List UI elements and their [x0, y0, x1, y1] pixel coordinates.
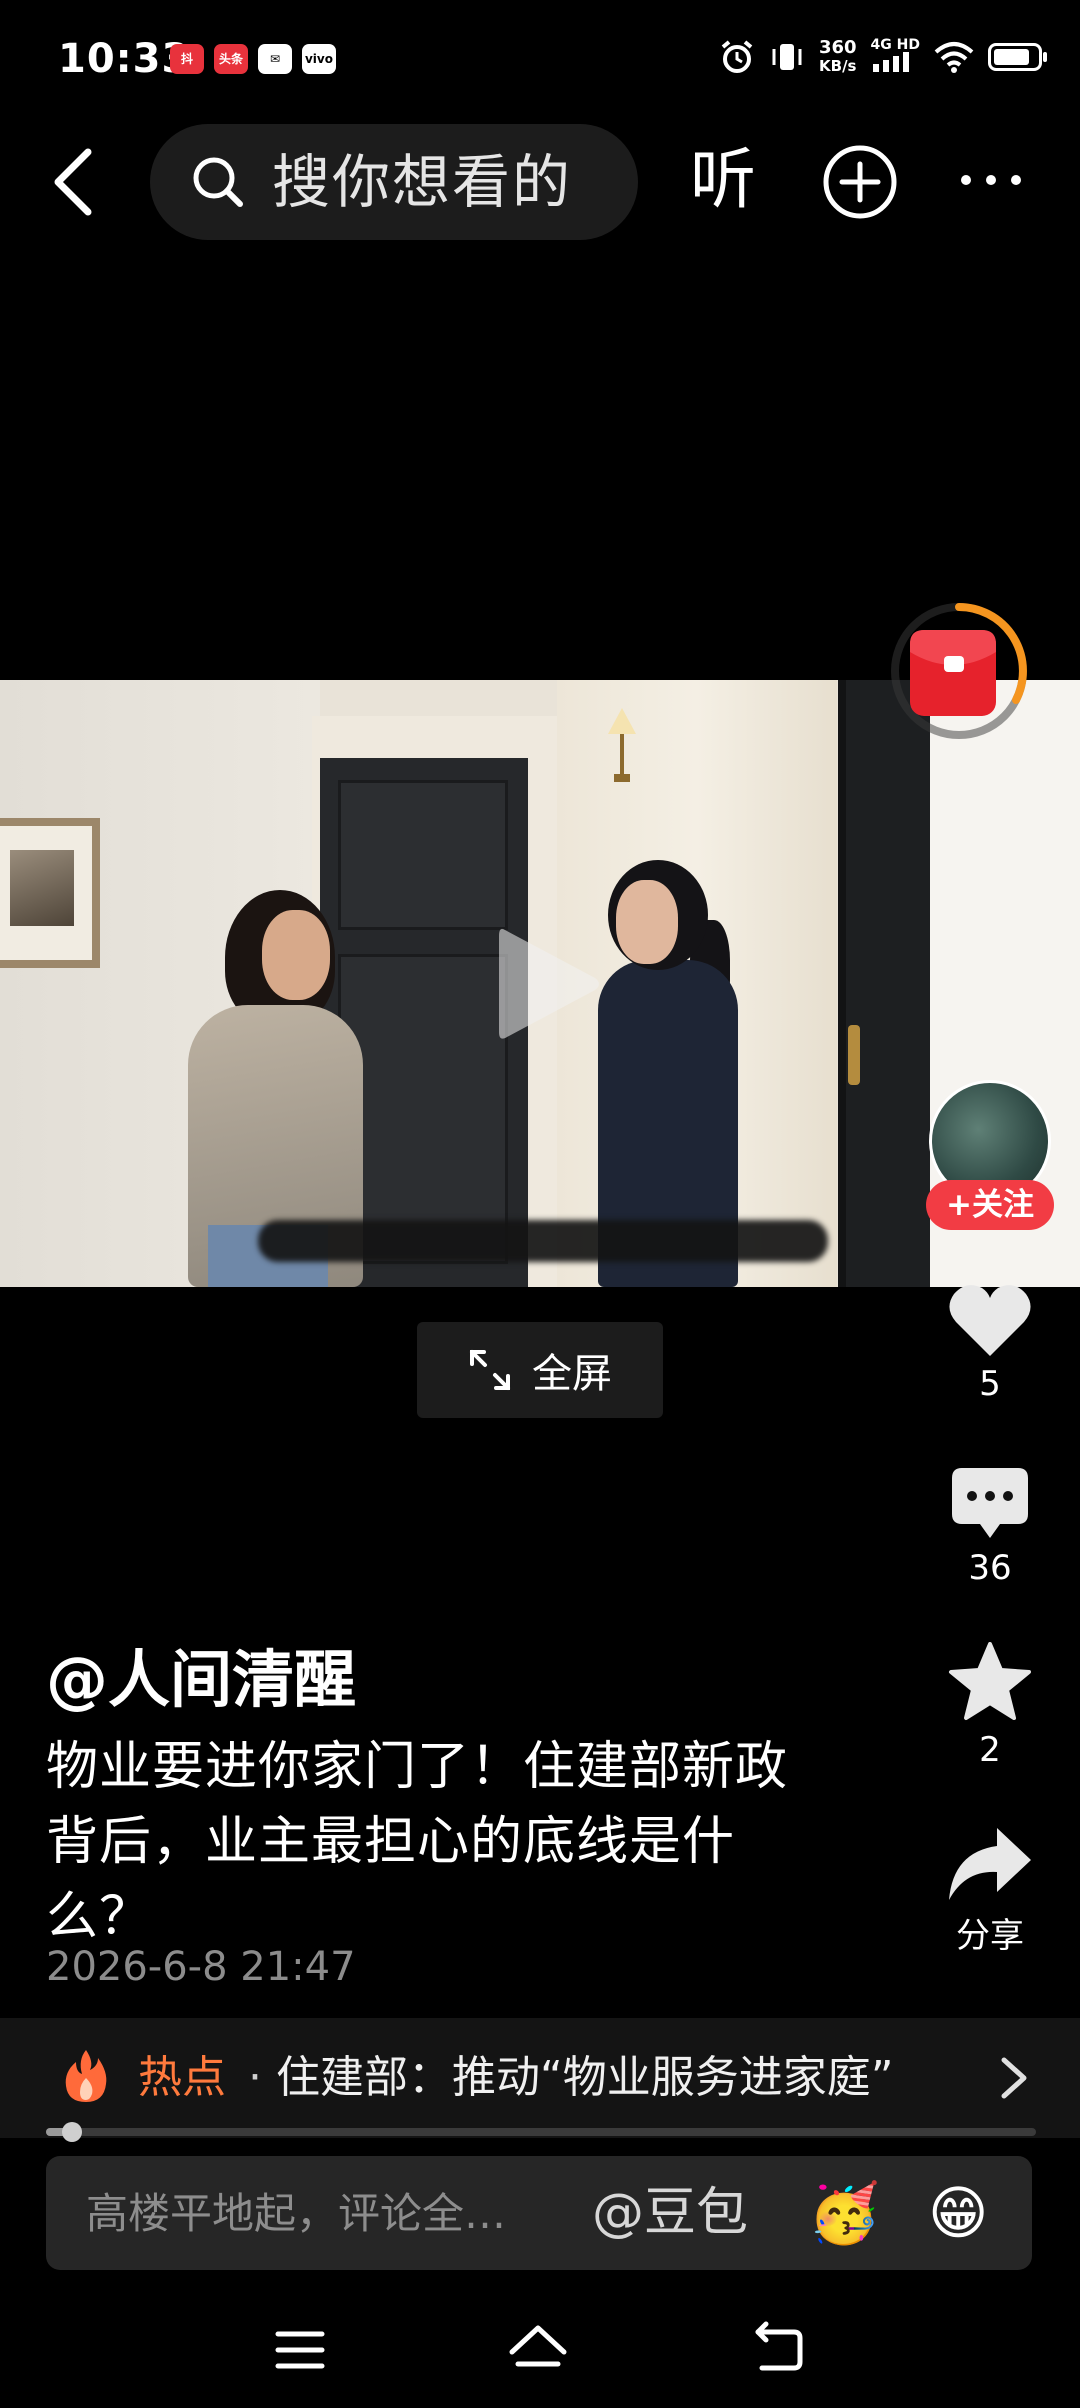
video-progress-bar[interactable]: [46, 2122, 1036, 2142]
status-bar: 10:33 抖 头条 ✉ vivo 360 KB/s 4G HD: [0, 0, 1080, 120]
follow-button[interactable]: +关注: [926, 1180, 1054, 1230]
comment-bar: 高楼平地起，评论全… @豆包 🥳 😁: [46, 2156, 1032, 2270]
heart-icon: [949, 1285, 1031, 1356]
cellular-signal: 4G HD: [871, 38, 920, 76]
hot-topic-bar[interactable]: 热点 · 住建部：推动“物业服务进家庭”: [0, 2018, 1080, 2138]
comment-input[interactable]: 高楼平地起，评论全…: [86, 2184, 506, 2244]
hot-label: 热点: [138, 2052, 226, 2103]
add-circle-icon[interactable]: [820, 142, 900, 222]
post-caption: 物业要进你家门了！住建部新政背后，业主最担心的底线是什么？: [46, 1737, 789, 1947]
video-scene-picture-frame: [0, 818, 100, 968]
video-scene-lamp: [608, 708, 636, 782]
more-icon[interactable]: [956, 170, 1026, 190]
share-arrow-icon: [949, 1828, 1031, 1900]
share-label: 分享: [956, 1916, 1024, 1956]
fullscreen-button[interactable]: 全屏: [417, 1322, 663, 1418]
vibrate-icon: [772, 44, 802, 70]
signal-bars-icon: [872, 52, 909, 72]
comment-icon: [952, 1468, 1028, 1538]
toutiao-notification-icon: 头条: [214, 44, 248, 74]
author-name[interactable]: @人间清醒: [46, 1640, 356, 1720]
listen-button[interactable]: 听: [690, 142, 756, 218]
grin-emoji-button[interactable]: 😁: [928, 2176, 988, 2250]
chevron-right-icon: [1001, 2057, 1027, 2099]
top-nav: 搜你想看的 听: [0, 120, 1080, 244]
hot-separator: ·: [248, 2052, 262, 2103]
red-packet-icon[interactable]: [888, 600, 1030, 742]
comment-button[interactable]: 36: [930, 1466, 1050, 1588]
video-scene-door-handle: [848, 1025, 860, 1085]
menu-icon[interactable]: [270, 2320, 330, 2380]
progress-handle[interactable]: [61, 2122, 82, 2142]
network-speed: 360 KB/s: [818, 37, 857, 76]
star-icon: [949, 1642, 1031, 1720]
mention-doubao-button[interactable]: @豆包: [592, 2178, 748, 2248]
party-emoji-button[interactable]: 🥳: [808, 2176, 880, 2250]
alarm-icon: [721, 40, 753, 73]
douyin-notification-icon: 抖: [170, 44, 204, 74]
back-nav-icon[interactable]: [748, 2320, 808, 2380]
status-indicators: 360 KB/s 4G HD: [719, 37, 1047, 76]
flame-icon: [65, 2050, 107, 2102]
comment-count: 36: [968, 1548, 1012, 1588]
favorite-count: 2: [979, 1730, 1001, 1770]
video-player[interactable]: [0, 680, 1080, 1287]
like-button[interactable]: 5: [930, 1282, 1050, 1404]
back-icon[interactable]: [40, 142, 110, 222]
message-notification-icon: ✉: [258, 44, 292, 74]
post-date: 2026-6-8 21:47: [46, 1944, 356, 1990]
share-button[interactable]: 分享: [930, 1826, 1050, 1957]
like-count: 5: [979, 1364, 1001, 1404]
home-icon[interactable]: [508, 2320, 568, 2380]
search-box[interactable]: 搜你想看的: [150, 124, 638, 240]
play-icon[interactable]: [495, 922, 605, 1046]
hot-topic-text: 住建部：推动“物业服务进家庭”: [276, 2052, 894, 2103]
wifi-icon: [934, 42, 974, 73]
system-nav-bar: [0, 2300, 1080, 2408]
video-scene-dark-door: [838, 680, 930, 1287]
battery-fill: [994, 49, 1029, 65]
search-icon: [193, 157, 243, 207]
expand-icon: [470, 1350, 510, 1390]
blurred-subtitle: [258, 1220, 828, 1262]
favorite-button[interactable]: 2: [930, 1642, 1050, 1770]
fullscreen-label: 全屏: [532, 1351, 612, 1397]
search-input[interactable]: 搜你想看的: [272, 152, 572, 212]
status-app-icons: 抖 头条 ✉ vivo: [170, 44, 336, 74]
battery-icon: [988, 43, 1047, 71]
vivo-notification-icon: vivo: [302, 44, 336, 74]
